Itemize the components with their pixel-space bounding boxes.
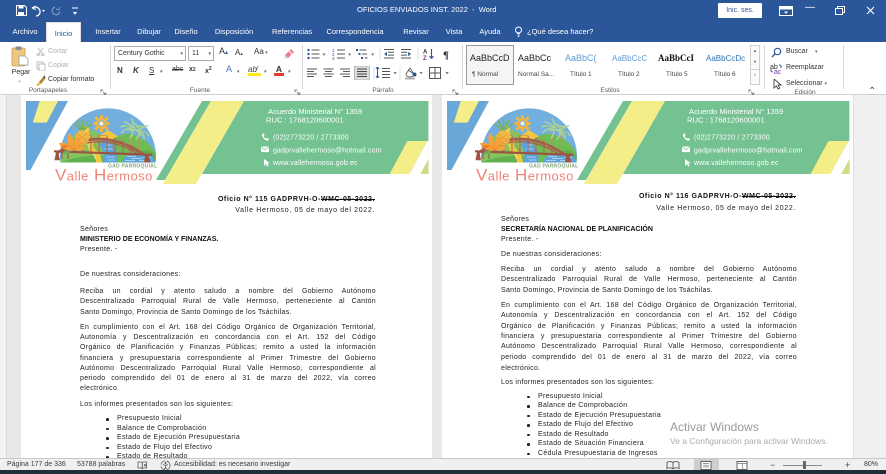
svg-text:¶: ¶ <box>443 50 449 61</box>
svg-text:ac: ac <box>774 69 782 74</box>
svg-text:A: A <box>423 50 428 56</box>
svg-text:Z: Z <box>423 56 427 60</box>
svg-text:3: 3 <box>332 56 335 60</box>
